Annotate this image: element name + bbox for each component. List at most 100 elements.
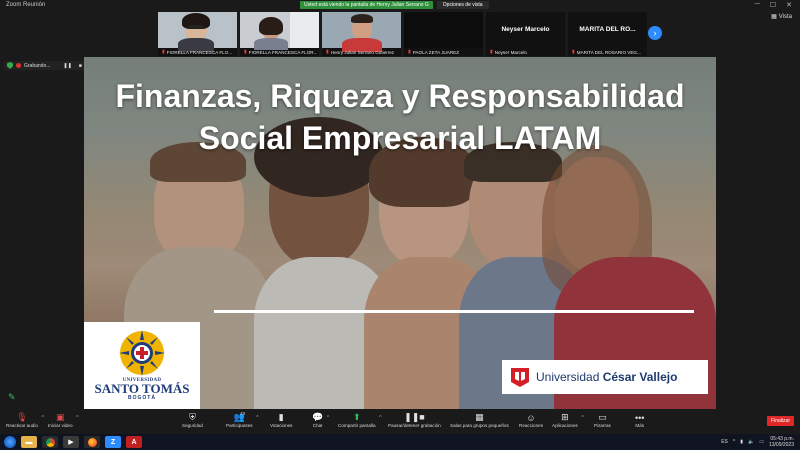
windows-start-icon[interactable] xyxy=(4,436,16,448)
grid-icon: ▦ xyxy=(475,412,484,422)
grid-icon: ▦ xyxy=(771,14,777,20)
next-page-button[interactable]: › xyxy=(648,26,662,40)
shield-icon: ⛨ xyxy=(189,412,196,422)
participant-tile[interactable]: ▮ Henry Julian Serrano Gutierrez xyxy=(322,12,401,56)
close-icon[interactable]: ✕ xyxy=(786,1,792,9)
muted-mic-icon: ▮ xyxy=(162,49,165,55)
speaker-icon[interactable]: 🔈 xyxy=(748,439,754,445)
muted-mic-icon: ▮ xyxy=(408,49,411,55)
stop-recording-icon[interactable]: ■ xyxy=(79,63,82,69)
maximize-icon[interactable]: ☐ xyxy=(770,1,776,9)
window-title: Zoom Reunión xyxy=(6,1,46,8)
participant-name: ▮ FIORELLA FRANCESCA FLO... xyxy=(162,49,233,55)
participant-name: ▮ MARITA DEL ROSARIO VEG... xyxy=(572,49,641,55)
whiteboards-button[interactable]: ▭ Pizarras xyxy=(594,412,611,428)
os-taskbar: ▬ ▶ Z A ES ^ ▮ 🔈 ▭ 05:43 p.m. 13/09/2023 xyxy=(0,434,800,450)
logo-name-text: SANTO TOMÁS xyxy=(94,381,190,396)
chevron-up-icon[interactable]: ^ xyxy=(256,415,258,421)
security-button[interactable]: ⛨ Seguridad xyxy=(182,412,203,428)
clock[interactable]: 05:43 p.m. 13/09/2023 xyxy=(769,436,794,448)
unmute-audio-button[interactable]: 🎙 Reactivar audio ^ xyxy=(6,412,44,428)
participant-name: ▮ PAOLA ZETA JUAREZ xyxy=(408,49,460,55)
clock-date: 13/09/2023 xyxy=(768,442,794,448)
record-dot-icon xyxy=(16,63,21,68)
file-explorer-icon[interactable]: ▬ xyxy=(21,436,37,448)
media-player-icon[interactable]: ▶ xyxy=(63,436,79,448)
participant-tile[interactable]: Neyser Marcelo ▮ Neyser Marcelo xyxy=(486,12,565,56)
muted-mic-icon: ▮ xyxy=(572,49,575,55)
more-button[interactable]: ••• Más xyxy=(635,412,645,429)
minimize-icon[interactable]: ─ xyxy=(755,1,760,9)
chevron-right-icon: › xyxy=(653,28,657,38)
view-options-button[interactable]: Opciones de vista xyxy=(436,1,489,9)
view-button[interactable]: ▦ Vista xyxy=(771,13,792,21)
chevron-up-icon[interactable]: ^ xyxy=(733,439,735,445)
participants-count: 49 xyxy=(240,411,246,416)
participant-display-name: Neyser Marcelo xyxy=(501,26,550,33)
participant-strip: ▮ FIORELLA FRANCESCA FLO... ▮ FIORELLA FRA… xyxy=(158,12,647,56)
chat-button[interactable]: 💬 Chat ^ xyxy=(312,412,329,428)
zoom-meeting-window: Zoom Reunión ─ ☐ ✕ Usted está viendo la … xyxy=(0,0,800,450)
participant-name: ▮ FIORELLA FRANCESCA FLOR... xyxy=(244,49,318,55)
chevron-up-icon[interactable]: ^ xyxy=(379,415,381,421)
muted-mic-icon: ▮ xyxy=(326,49,329,55)
smiley-icon: ☺ xyxy=(526,412,536,423)
slide-title: Finanzas, Riqueza y Responsabilidad Soci… xyxy=(84,75,716,159)
pause-stop-recording-button[interactable]: ❚❚■ Pausar/detener grabación xyxy=(388,412,441,428)
santo-tomas-seal-icon xyxy=(119,330,165,376)
shared-screen: Finanzas, Riqueza y Responsabilidad Soci… xyxy=(84,57,716,409)
muted-mic-icon: ▮ xyxy=(244,49,247,55)
chevron-up-icon[interactable]: ^ xyxy=(327,415,329,421)
chevron-up-icon[interactable]: ^ xyxy=(76,415,78,421)
language-indicator[interactable]: ES xyxy=(721,439,728,445)
participant-tile[interactable]: ▮ PAOLA ZETA JUAREZ xyxy=(404,12,483,56)
chat-bubble-icon: 💬 xyxy=(312,412,324,422)
shield-icon xyxy=(7,62,13,69)
meeting-toolbar: 🎙 Reactivar audio ^ ▣ Iniciar video ^ ⛨ … xyxy=(0,410,800,434)
participants-button[interactable]: 👥 49 Participantes ^ xyxy=(226,411,259,428)
participant-video xyxy=(322,12,401,52)
share-screen-button[interactable]: ⬆ Compartir pantalla ^ xyxy=(338,412,382,428)
participant-video xyxy=(158,12,237,52)
apps-button[interactable]: ⊞ Aplicaciones ^ xyxy=(552,412,584,428)
muted-mic-icon: ▮ xyxy=(490,49,493,55)
slide-divider xyxy=(214,310,694,313)
firefox-icon[interactable] xyxy=(84,436,100,448)
bar-chart-icon: ▮ xyxy=(278,412,284,422)
ucv-text: Universidad César Vallejo xyxy=(536,370,678,384)
santo-tomas-logo: UNIVERSIDAD SANTO TOMÁS BOGOTÁ xyxy=(84,322,200,409)
ellipsis-icon: ••• xyxy=(635,412,645,423)
view-button-label: Vista xyxy=(778,13,792,20)
chevron-up-icon[interactable]: ^ xyxy=(42,415,44,421)
participant-name: ▮ Henry Julian Serrano Gutierrez xyxy=(326,49,395,55)
end-meeting-button[interactable]: Finalizar xyxy=(767,416,794,426)
pause-recording-icon[interactable]: ❚❚ xyxy=(63,63,71,69)
annotate-pencil-icon[interactable]: ✎ xyxy=(8,392,16,403)
slide-title-line-2: Social Empresarial LATAM xyxy=(198,120,602,156)
participant-display-name: MARITA DEL RO... xyxy=(579,26,636,33)
start-video-button[interactable]: ▣ Iniciar video ^ xyxy=(48,412,79,428)
reactions-button[interactable]: ☺ Reacciones xyxy=(519,412,543,429)
network-icon[interactable]: ▮ xyxy=(740,439,743,445)
slide-title-line-1: Finanzas, Riqueza y Responsabilidad xyxy=(115,78,685,114)
breakout-rooms-button[interactable]: ▦ Salas para grupos pequeños xyxy=(450,412,509,428)
pdf-reader-icon[interactable]: A xyxy=(126,436,142,448)
participant-video xyxy=(240,12,319,50)
chevron-up-icon[interactable]: ^ xyxy=(581,415,583,421)
recording-label: Grabando... xyxy=(24,62,51,69)
ucv-mark-icon xyxy=(511,368,529,387)
cesar-vallejo-logo: Universidad César Vallejo xyxy=(502,360,708,394)
sharing-message: Usted está viendo la pantalla de Henry J… xyxy=(300,1,433,9)
zoom-app-icon[interactable]: Z xyxy=(105,436,121,448)
share-banner: Usted está viendo la pantalla de Henry J… xyxy=(300,1,489,9)
participant-video xyxy=(404,12,483,48)
system-tray: ES ^ ▮ 🔈 ▭ 05:43 p.m. 13/09/2023 xyxy=(721,436,794,448)
polls-button[interactable]: ▮ Votaciones xyxy=(270,412,292,428)
chrome-icon[interactable] xyxy=(42,436,58,448)
battery-icon[interactable]: ▭ xyxy=(759,439,764,445)
participant-tile[interactable]: ▮ FIORELLA FRANCESCA FLO... xyxy=(158,12,237,56)
recording-indicator: Grabando... ❚❚ ■ xyxy=(4,61,85,70)
pause-stop-icon: ❚❚■ xyxy=(404,412,425,422)
participant-tile[interactable]: ▮ FIORELLA FRANCESCA FLOR... xyxy=(240,12,319,56)
participant-tile[interactable]: MARITA DEL RO... ▮ MARITA DEL ROSARIO VEG… xyxy=(568,12,647,56)
